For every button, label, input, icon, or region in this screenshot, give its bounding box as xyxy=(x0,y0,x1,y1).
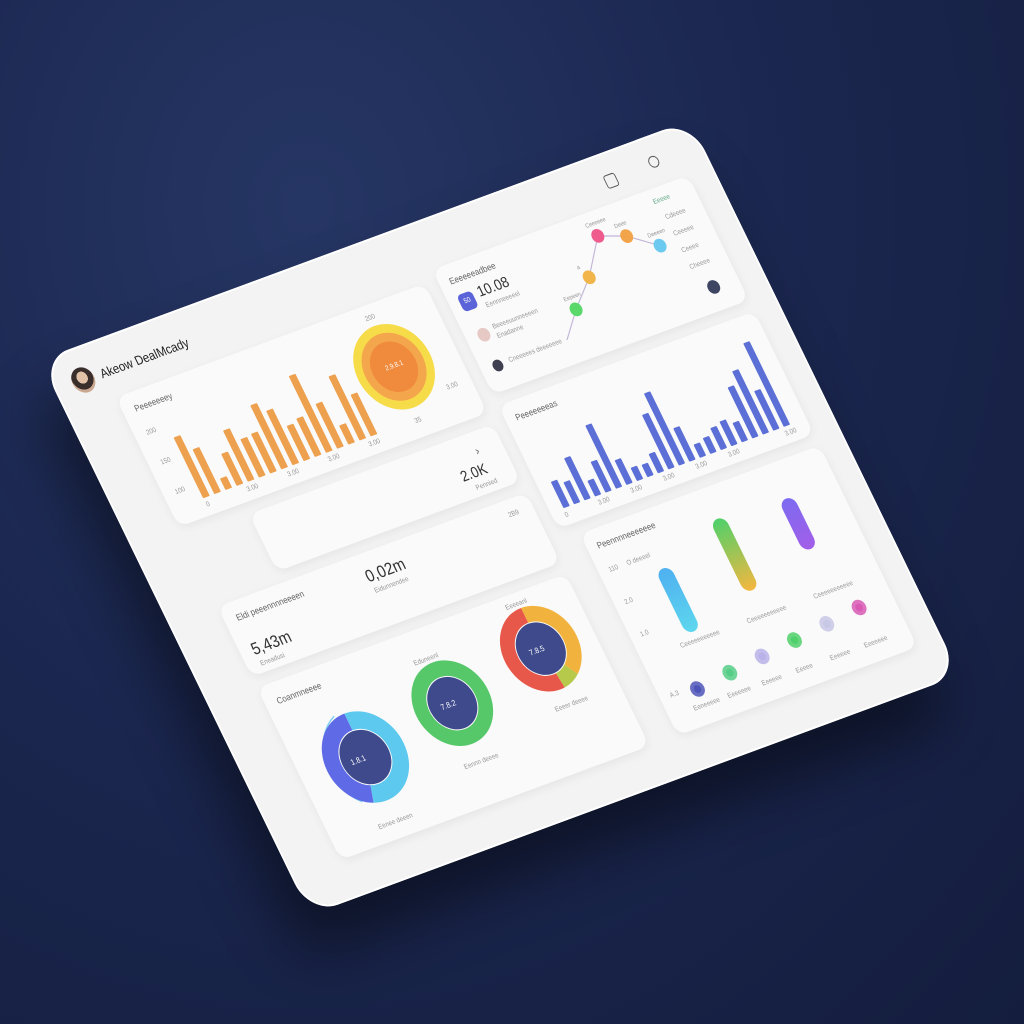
corner-label: 2B9 xyxy=(507,508,521,520)
line-node xyxy=(582,270,596,285)
search-icon[interactable] xyxy=(646,154,662,170)
line-node xyxy=(620,229,634,243)
calendar-icon[interactable] xyxy=(602,172,621,190)
bar xyxy=(703,436,717,454)
node-label: Deee xyxy=(613,220,627,230)
kpi-value: 5,43m xyxy=(247,627,295,659)
pill-bar xyxy=(781,498,815,550)
panel-title: Eldi peeennnneeeen xyxy=(234,588,306,623)
pill-bar xyxy=(712,518,757,591)
bar xyxy=(564,456,591,501)
line-node xyxy=(591,229,605,243)
line-node xyxy=(653,238,667,253)
bar xyxy=(693,442,706,458)
line-series xyxy=(566,235,661,341)
bar xyxy=(630,465,643,481)
line-node xyxy=(569,302,583,317)
node-label: Ceeeeee xyxy=(584,217,607,230)
tablet: Akeow DealMcady Peeeeeeey 200 150 100 0 … xyxy=(40,120,960,915)
pill-bar xyxy=(658,568,698,632)
bar xyxy=(641,462,654,477)
node-label: Deeeen xyxy=(647,228,667,240)
chevron-right-icon[interactable]: › xyxy=(472,444,482,458)
bar xyxy=(587,478,601,497)
avatar[interactable] xyxy=(66,364,100,396)
node-label: a xyxy=(576,264,582,271)
